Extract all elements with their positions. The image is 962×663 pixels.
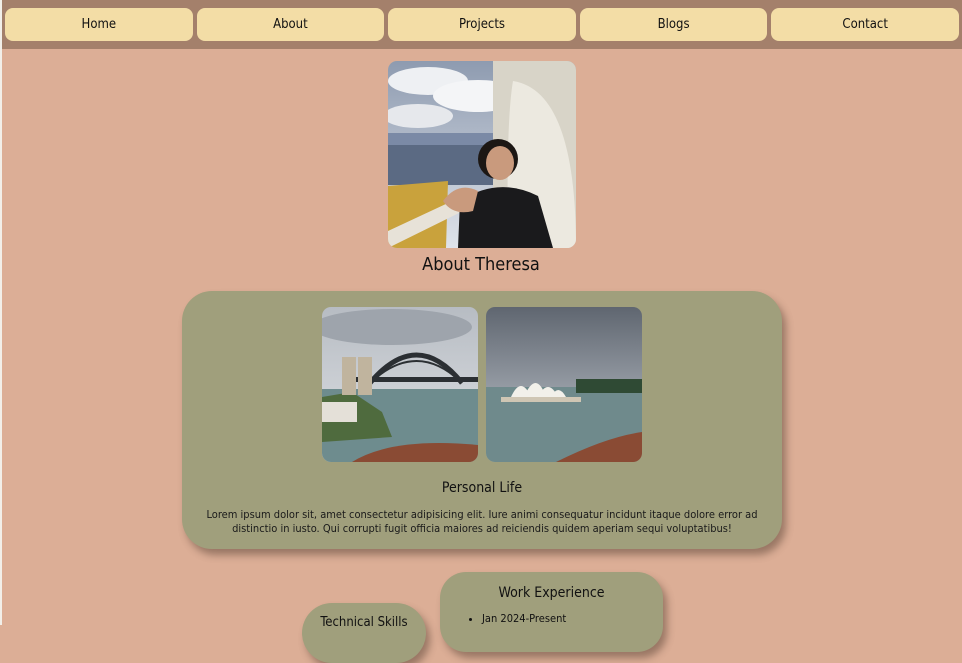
harbour-bridge-photo bbox=[322, 307, 478, 462]
profile-photo bbox=[388, 61, 576, 248]
personal-life-heading: Personal Life bbox=[441, 480, 523, 496]
work-experience-list: Jan 2024-Present bbox=[466, 612, 566, 625]
personal-life-text: Lorem ipsum dolor sit, amet consectetur … bbox=[206, 508, 758, 535]
nav-blogs-button[interactable]: Blogs bbox=[579, 8, 768, 41]
nav-about-button[interactable]: About bbox=[196, 8, 385, 41]
nav-projects-button[interactable]: Projects bbox=[388, 8, 576, 41]
page-left-edge bbox=[0, 0, 2, 625]
nav-contact-button[interactable]: Contact bbox=[771, 8, 959, 41]
list-item: Jan 2024-Present bbox=[482, 612, 566, 625]
nav-home-button[interactable]: Home bbox=[5, 8, 193, 41]
technical-skills-heading: Technical Skills bbox=[320, 615, 408, 630]
personal-life-card: Personal Life Lorem ipsum dolor sit, ame… bbox=[182, 291, 782, 549]
work-experience-heading: Work Experience bbox=[498, 585, 605, 601]
about-title: About Theresa bbox=[422, 254, 540, 275]
technical-skills-card: Technical Skills bbox=[302, 603, 426, 663]
top-navigation: Home About Projects Blogs Contact bbox=[2, 0, 962, 49]
opera-house-photo bbox=[486, 307, 642, 462]
work-experience-card: Work Experience Jan 2024-Present bbox=[440, 572, 663, 652]
